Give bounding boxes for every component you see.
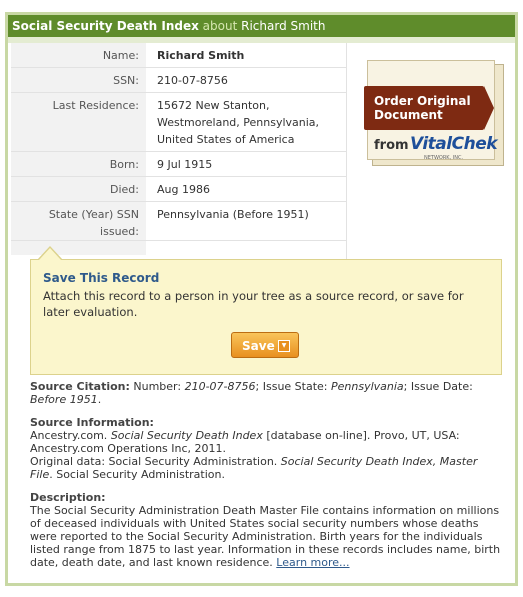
record-label: SSN: <box>11 68 146 92</box>
source-information: Source Information: Ancestry.com. Social… <box>30 416 502 481</box>
description-text: The Social Security Administration Death… <box>30 504 501 569</box>
record-label: State (Year) SSN issued: <box>11 202 146 240</box>
record-table: Name: Richard Smith SSN: 210-07-8756 Las… <box>11 43 346 255</box>
record-info: Source Citation: Number: 210-07-8756; Is… <box>30 380 502 579</box>
callout-notch-fill <box>39 248 61 260</box>
save-record-description: Attach this record to a person in your t… <box>43 289 464 319</box>
record-row-ssn: SSN: 210-07-8756 <box>11 68 346 93</box>
record-label: Name: <box>11 43 146 67</box>
record-value: 9 Jul 1915 <box>157 158 213 171</box>
record-label: Born: <box>11 152 146 176</box>
column-divider <box>346 43 347 259</box>
vitalchek-network-label: NETWORK, INC. <box>424 155 464 161</box>
record-value: 210-07-8756 <box>157 74 228 87</box>
record-title-bar: Social Security Death Index about Richar… <box>8 15 515 37</box>
description: Description: The Social Security Adminis… <box>30 491 502 569</box>
order-line-1: Order Original <box>374 94 471 108</box>
record-row-born: Born: 9 Jul 1915 <box>11 152 346 177</box>
record-panel: Social Security Death Index about Richar… <box>5 12 518 586</box>
source-information-heading: Source Information: <box>30 416 154 429</box>
title-about: about <box>202 19 238 33</box>
save-record-title: Save This Record <box>43 271 160 285</box>
order-banner[interactable]: Order Original Document <box>364 86 494 130</box>
description-heading: Description: <box>30 491 106 504</box>
record-value: Richard Smith <box>157 49 245 62</box>
order-line-2: Document <box>374 108 443 122</box>
record-row-residence: Last Residence: 15672 New Stanton, Westm… <box>11 93 346 152</box>
record-row-name: Name: Richard Smith <box>11 43 346 68</box>
title-person: Richard Smith <box>241 19 326 33</box>
source-information-line-1: Ancestry.com. Social Security Death Inde… <box>30 429 460 455</box>
record-value: 15672 New Stanton, Westmoreland, Pennsyl… <box>157 99 320 146</box>
source-citation-heading: Source Citation: <box>30 380 130 393</box>
save-record-box: Save This Record Attach this record to a… <box>30 246 502 375</box>
record-label: Died: <box>11 177 146 201</box>
collection-title: Social Security Death Index <box>12 19 199 33</box>
chevron-down-icon[interactable]: ▼ <box>278 340 290 352</box>
record-value: Pennsylvania (Before 1951) <box>157 208 309 221</box>
source-information-line-2: Original data: Social Security Administr… <box>30 455 478 481</box>
save-button[interactable]: Save ▼ <box>231 332 299 358</box>
record-value: Aug 1986 <box>157 183 210 196</box>
save-button-label: Save <box>242 339 275 353</box>
record-row-ssn-issued: State (Year) SSN issued: Pennsylvania (B… <box>11 202 346 241</box>
order-original-document[interactable]: 53 Order Original Document from VitalChe… <box>364 60 504 166</box>
record-row-died: Died: Aug 1986 <box>11 177 346 202</box>
vitalchek-logo: VitalChek <box>410 134 498 154</box>
record-label: Last Residence: <box>11 93 146 151</box>
from-label: from <box>374 138 409 153</box>
source-citation: Source Citation: Number: 210-07-8756; Is… <box>30 380 473 406</box>
learn-more-link[interactable]: Learn more... <box>276 556 349 569</box>
